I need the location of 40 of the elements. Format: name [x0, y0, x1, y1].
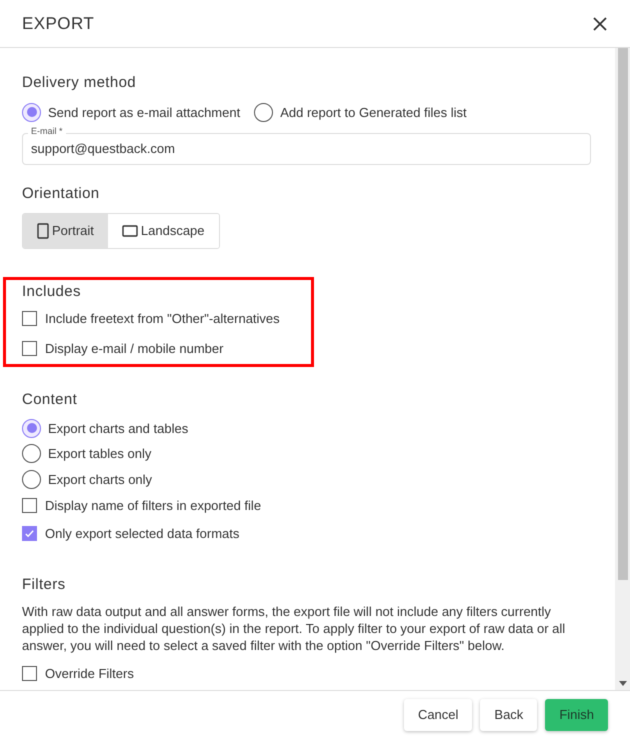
radio-button[interactable] [254, 102, 274, 122]
scroll-down-icon[interactable] [618, 681, 626, 686]
checkbox[interactable] [22, 340, 37, 356]
filters-description: With raw data output and all answer forms, the export file will not include any filters currently applied to the individual question(s) in the report. To apply filter to your export of raw data or all answer, you will need to select a saved filter with the option "Override Filters" below. [22, 602, 566, 654]
option-label: Override Filters [45, 664, 134, 682]
section-heading: Content [22, 390, 78, 410]
option-label: Display name of filters in exported file [45, 497, 262, 515]
finish-button[interactable]: Finish [545, 699, 608, 731]
email-field[interactable]: support@questback.com [22, 133, 591, 165]
field-value: support@questback.com [31, 140, 175, 158]
radio-button[interactable] [22, 102, 41, 122]
dialog-button[interactable]: Cancel [404, 699, 472, 731]
section-heading: Includes [22, 282, 82, 302]
option-label: Only export selected data formats [45, 524, 240, 543]
checkbox[interactable] [22, 311, 37, 326]
section-heading: Orientation [22, 184, 100, 204]
close-icon[interactable] [592, 16, 608, 32]
landscape-icon [122, 224, 138, 236]
option-label: Include freetext from "Other"-alternatives [45, 310, 280, 328]
radio-button[interactable] [22, 418, 41, 438]
option-label: Export tables only [48, 445, 152, 463]
option-label: Export charts and tables [48, 420, 188, 438]
scrollbar[interactable] [615, 48, 630, 690]
option-label: Display e-mail / mobile number [45, 340, 224, 358]
radio-button[interactable] [22, 470, 41, 489]
portrait-icon [37, 222, 49, 238]
check-icon [24, 528, 35, 539]
option-label: Send report as e-mail attachment [48, 104, 240, 122]
section-heading: Filters [22, 575, 66, 595]
checkbox[interactable] [22, 498, 37, 514]
checkbox[interactable] [22, 666, 37, 681]
dialog-title: EXPORT [22, 12, 94, 35]
section-heading: Delivery method [22, 73, 138, 93]
checkbox[interactable] [22, 526, 37, 541]
option-label: Export charts only [48, 470, 152, 489]
radio-button[interactable] [22, 444, 41, 464]
option-label: Add report to Generated files list [280, 104, 467, 122]
orientation-toggle[interactable]: Portrait [23, 214, 108, 248]
field-label: E-mail * [28, 126, 66, 137]
dialog-button[interactable]: Back [480, 699, 538, 731]
